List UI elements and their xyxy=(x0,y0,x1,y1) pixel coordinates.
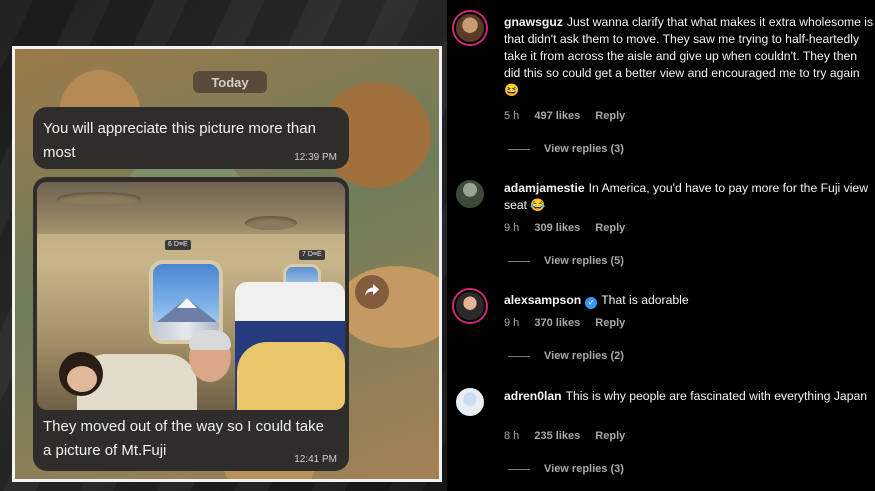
comment-text: adamjamestie In America, you'd have to pa… xyxy=(504,180,874,214)
divider-line xyxy=(508,468,530,470)
comment-text: adren0lan This is why people are fascinat… xyxy=(504,388,874,405)
message-time: 12:39 PM xyxy=(294,152,337,163)
avatar[interactable] xyxy=(454,290,486,322)
divider-line xyxy=(508,260,530,262)
date-divider: Today xyxy=(193,71,267,93)
snowcap-shape xyxy=(177,298,197,308)
message-text: They moved out of the way so I could tak… xyxy=(43,418,324,459)
comment-likes[interactable]: 370 likes xyxy=(534,317,580,329)
view-replies-label: View replies (3) xyxy=(544,143,624,155)
avatar[interactable] xyxy=(454,12,486,44)
reply-button[interactable]: Reply xyxy=(595,430,625,442)
comment-time: 9 h xyxy=(504,317,520,329)
comment-username[interactable]: adamjamestie xyxy=(504,181,585,195)
divider-line xyxy=(508,148,530,150)
share-arrow-icon xyxy=(364,283,380,302)
comment-time: 9 h xyxy=(504,222,520,234)
view-replies-button[interactable]: View replies (2) xyxy=(508,350,624,362)
view-replies-label: View replies (3) xyxy=(544,463,624,475)
comment-body: This is why people are fascinated with e… xyxy=(565,389,868,403)
share-button[interactable] xyxy=(355,275,389,309)
reply-button[interactable]: Reply xyxy=(595,317,625,329)
seat-sign: 6 D≡E xyxy=(165,240,191,250)
view-replies-button[interactable]: View replies (3) xyxy=(508,463,624,475)
view-replies-button[interactable]: View replies (3) xyxy=(508,143,624,155)
view-replies-button[interactable]: View replies (5) xyxy=(508,255,624,267)
message-bubble: You will appreciate this picture more th… xyxy=(33,107,349,169)
avatar[interactable] xyxy=(454,386,486,418)
message-time: 12:41 PM xyxy=(294,454,337,465)
comment-likes[interactable]: 497 likes xyxy=(534,110,580,122)
person-shape xyxy=(237,342,345,410)
train-ceiling xyxy=(37,182,345,234)
comment-time: 8 h xyxy=(504,430,520,442)
comment-text: gnawsguz Just wanna clarify that what mak… xyxy=(504,14,874,99)
divider-line xyxy=(508,355,530,357)
comment-text: alexsampson ✓ That is adorable xyxy=(504,292,874,309)
comment-meta: 8 h 235 likes Reply xyxy=(504,430,637,442)
verified-badge-icon: ✓ xyxy=(585,297,598,309)
seat-sign: 7 D≡E xyxy=(299,250,325,260)
comment-username[interactable]: adren0lan xyxy=(504,389,562,403)
comment-body: That is adorable xyxy=(601,293,689,307)
comment-meta: 9 h 309 likes Reply xyxy=(504,222,637,234)
comment-meta: 9 h 370 likes Reply xyxy=(504,317,637,329)
ceiling-light xyxy=(245,216,297,230)
person-hair xyxy=(189,330,231,350)
reply-button[interactable]: Reply xyxy=(595,110,625,122)
train-photo[interactable]: 6 D≡E 7 D≡E xyxy=(37,182,345,410)
avatar[interactable] xyxy=(454,178,486,210)
view-replies-label: View replies (5) xyxy=(544,255,624,267)
message-text: You will appreciate this picture more th… xyxy=(43,120,316,161)
photo-message-bubble: 6 D≡E 7 D≡E They moved out of the way so… xyxy=(33,177,349,471)
reply-button[interactable]: Reply xyxy=(595,222,625,234)
comment-username[interactable]: alexsampson xyxy=(504,293,581,307)
comment-time: 5 h xyxy=(504,110,520,122)
view-replies-label: View replies (2) xyxy=(544,350,624,362)
ceiling-light xyxy=(57,192,141,206)
chat-screenshot: Today You will appreciate this picture m… xyxy=(12,46,442,482)
person-face xyxy=(67,366,97,392)
comments-panel: gnawsguz Just wanna clarify that what mak… xyxy=(452,0,875,491)
comment-likes[interactable]: 309 likes xyxy=(534,222,580,234)
comment-meta: 5 h 497 likes Reply xyxy=(504,110,637,122)
comment-likes[interactable]: 235 likes xyxy=(534,430,580,442)
comment-username[interactable]: gnawsguz xyxy=(504,15,563,29)
